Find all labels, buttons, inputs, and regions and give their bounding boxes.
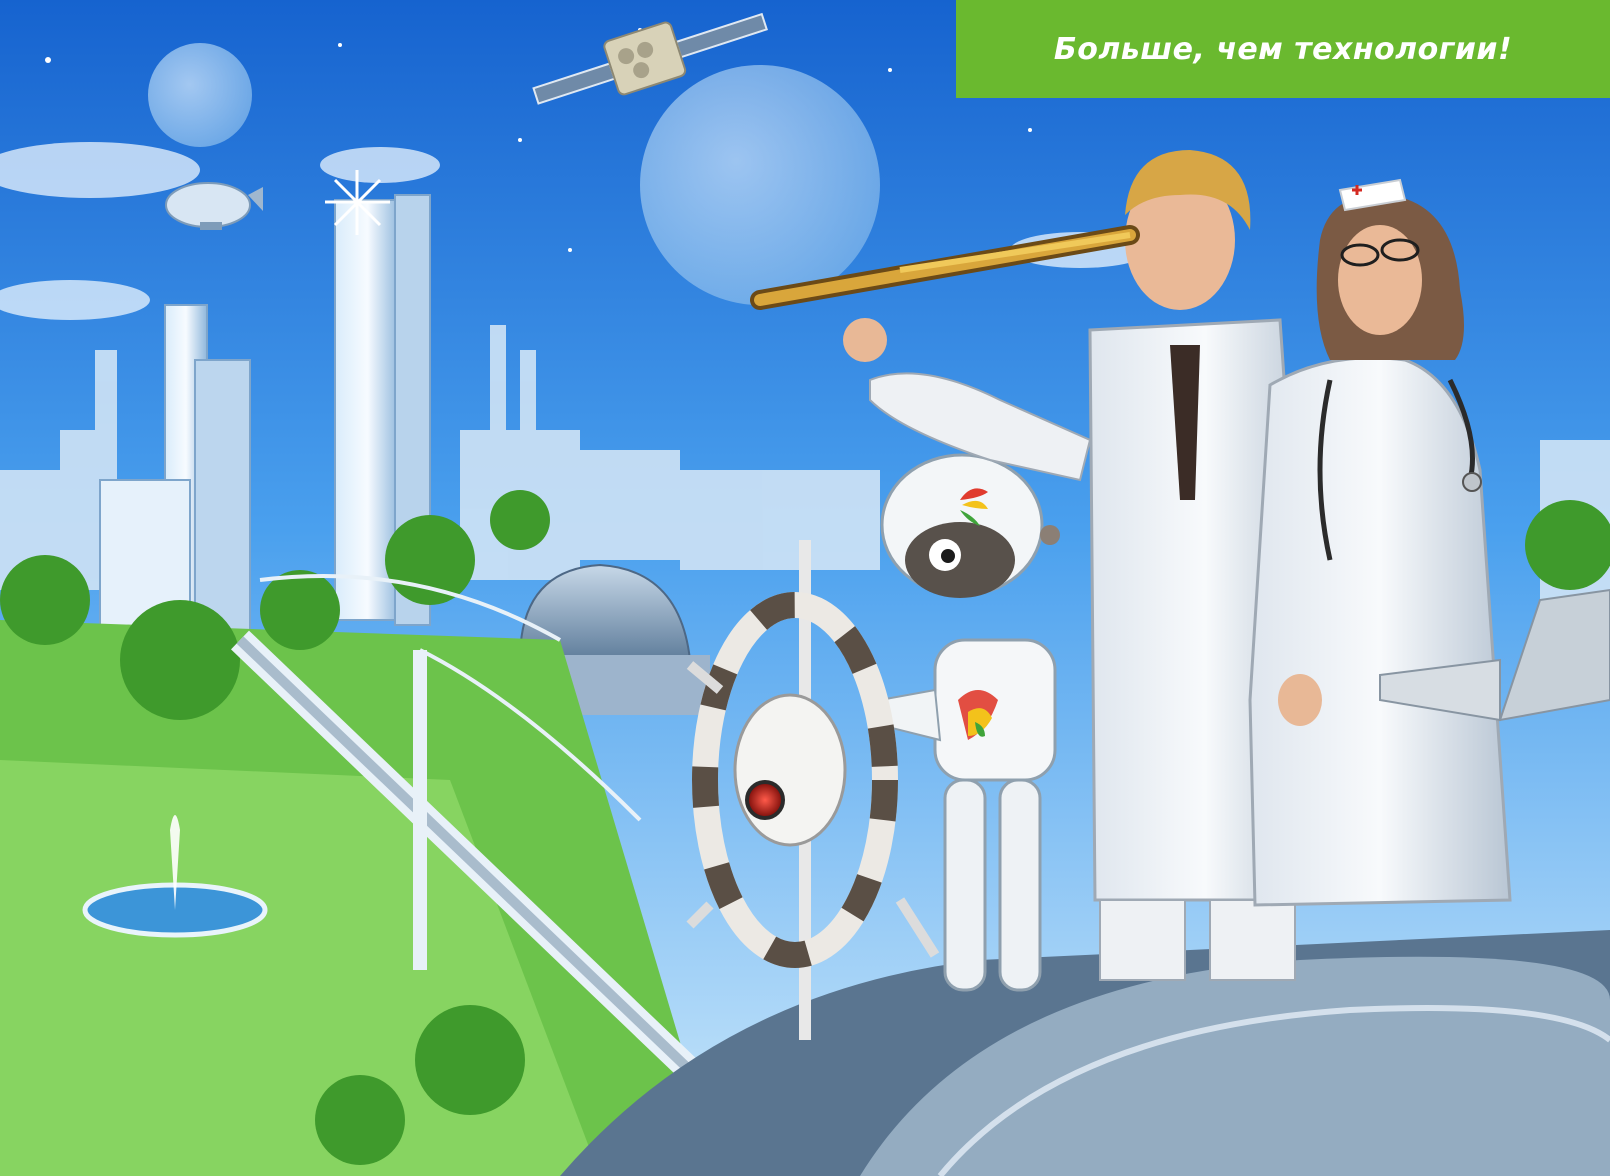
slogan-text: Больше, чем технологии!: [1053, 31, 1513, 67]
illustration-scene: Больше, чем технологии!: [0, 0, 1610, 1176]
moon-left: [148, 43, 252, 147]
slogan-banner: Больше, чем технологии!: [956, 0, 1610, 98]
planet-large: [640, 65, 880, 305]
futuristic-city-illustration: [0, 0, 1610, 1176]
